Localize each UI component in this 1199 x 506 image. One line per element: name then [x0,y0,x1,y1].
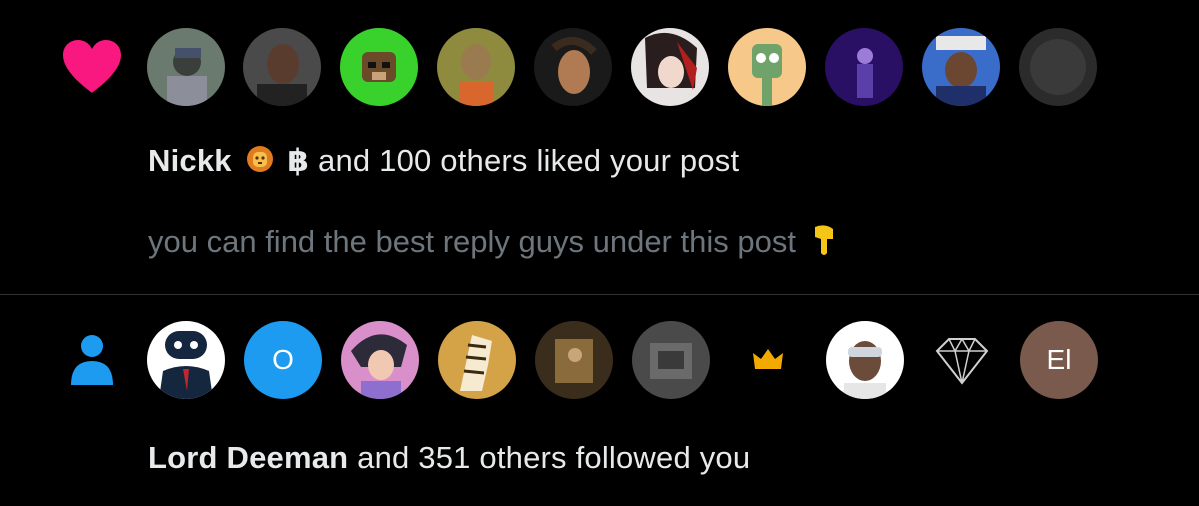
heart-icon [56,30,128,102]
avatar[interactable] [922,28,1000,106]
avatar[interactable] [631,28,709,106]
notification-follow[interactable]: O El Lord Deeman and 351 others followed… [0,295,1199,506]
avatar[interactable] [437,28,515,106]
action-text: and 100 others liked your post [318,143,740,178]
post-preview[interactable]: you can find the best reply guys under t… [148,223,843,265]
person-icon [56,324,128,396]
avatar[interactable] [728,28,806,106]
bitcoin-icon: ฿ [287,143,310,178]
avatar[interactable] [340,28,418,106]
like-summary: Nickk ฿ and 100 others liked your post [148,143,739,182]
actor-name[interactable]: Nickk [148,143,232,178]
lion-emoji-icon [245,144,275,182]
avatar[interactable] [632,321,710,399]
avatar[interactable] [147,321,225,399]
action-text: and 351 others followed you [357,440,751,475]
notification-like[interactable]: Nickk ฿ and 100 others liked your post y… [0,0,1199,294]
avatar[interactable]: O [244,321,322,399]
avatar[interactable] [438,321,516,399]
avatar[interactable] [923,321,1001,399]
post-preview-text: you can find the best reply guys under t… [148,224,796,260]
avatar[interactable] [341,321,419,399]
pointing-down-hand-icon [809,223,839,265]
avatar[interactable] [243,28,321,106]
avatar[interactable] [535,321,613,399]
avatar[interactable] [534,28,612,106]
avatar[interactable] [825,28,903,106]
avatar[interactable] [729,321,807,399]
follow-summary: Lord Deeman and 351 others followed you [148,440,750,476]
avatar[interactable]: El [1020,321,1098,399]
avatar[interactable] [1019,28,1097,106]
actor-name[interactable]: Lord Deeman [148,440,348,475]
avatar[interactable] [147,28,225,106]
avatar[interactable] [826,321,904,399]
